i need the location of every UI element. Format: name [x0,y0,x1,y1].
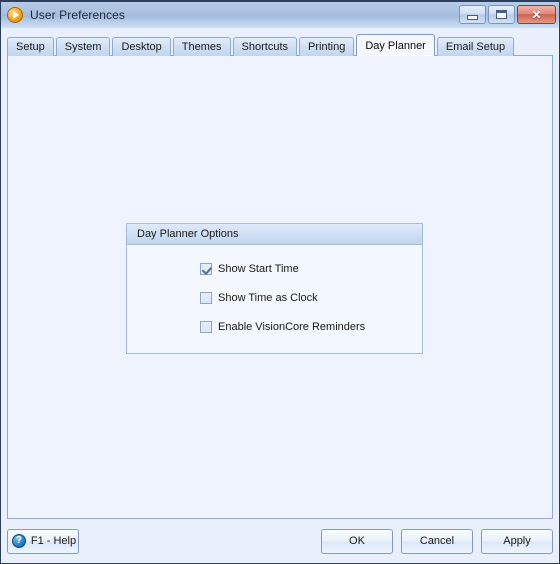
window-body: Setup System Desktop Themes Shortcuts Pr… [1,28,559,563]
window-title: User Preferences [30,7,125,22]
tab-themes[interactable]: Themes [172,37,231,56]
apply-button-label: Apply [503,535,531,547]
question-mark-icon: ? [11,534,26,548]
minimize-icon [467,14,478,20]
window-controls: ✕ [459,5,556,24]
tab-label: System [64,41,102,53]
tab-label: Day Planner [365,39,426,52]
help-button-label: F1 - Help [30,535,77,547]
ok-button[interactable]: OK [321,528,393,554]
option-show-start-time[interactable]: Show Start Time [200,261,422,277]
tab-day-planner[interactable]: Day Planner [356,34,435,56]
tab-label: Desktop [121,41,162,53]
footer-bar: ? F1 - Help OK Cancel Apply [7,525,553,557]
tab-setup[interactable]: Setup [7,37,54,56]
tab-system[interactable]: System [55,37,111,56]
user-preferences-window: User Preferences ✕ Setup System Desktop … [0,0,560,564]
checkbox-show-start-time[interactable] [200,263,212,275]
tab-label: Email Setup [445,41,506,53]
tab-email-setup[interactable]: Email Setup [436,37,515,56]
apply-button[interactable]: Apply [481,528,553,554]
option-enable-visioncore-reminders[interactable]: Enable VisionCore Reminders [200,319,422,335]
tab-printing[interactable]: Printing [299,37,355,56]
day-planner-options-group: Day Planner Options Show Start Time Show… [126,223,423,354]
maximize-button[interactable] [488,5,515,24]
tab-shortcuts[interactable]: Shortcuts [232,37,298,56]
tab-label: Themes [181,41,222,53]
minimize-button[interactable] [459,5,486,24]
tab-content-panel: Day Planner Options Show Start Time Show… [7,55,553,519]
checkbox-label: Show Start Time [218,262,299,275]
ok-button-label: OK [349,535,365,547]
option-show-time-as-clock[interactable]: Show Time as Clock [200,290,422,306]
tab-label: Setup [16,41,45,53]
maximize-icon [496,10,507,19]
checkbox-show-time-as-clock[interactable] [200,292,212,304]
tab-strip: Setup System Desktop Themes Shortcuts Pr… [7,34,553,56]
close-button[interactable]: ✕ [517,5,556,24]
group-title: Day Planner Options [137,228,239,240]
group-header: Day Planner Options [127,224,422,245]
close-icon: ✕ [531,7,542,22]
tab-label: Printing [308,41,346,53]
tab-label: Shortcuts [241,41,289,53]
checkbox-enable-visioncore-reminders[interactable] [200,321,212,333]
tab-desktop[interactable]: Desktop [112,37,171,56]
cancel-button-label: Cancel [419,535,455,547]
title-bar[interactable]: User Preferences ✕ [1,1,559,28]
cancel-button[interactable]: Cancel [401,528,473,554]
help-button[interactable]: ? F1 - Help [7,528,79,554]
checkbox-label: Enable VisionCore Reminders [218,320,366,333]
play-circle-icon [7,6,23,23]
checkbox-label: Show Time as Clock [218,291,318,304]
group-body: Show Start Time Show Time as Clock Enabl… [127,245,422,353]
